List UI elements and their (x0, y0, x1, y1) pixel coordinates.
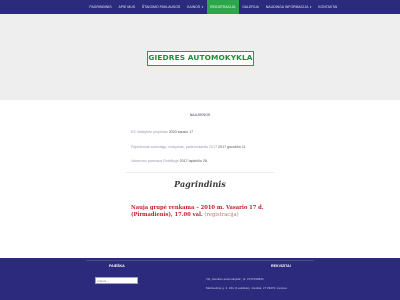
contacts-line: VšĮ „Giedrės automokykla", įk. 374703984… (206, 277, 264, 281)
news-item-date: 2020 sausio 17 (168, 130, 194, 134)
nav-item-label: GALERIJA (242, 5, 259, 9)
nav-item[interactable]: PAGRINDINIS (86, 0, 115, 14)
footer (0, 258, 400, 300)
nav-item[interactable]: KONTAKTAI (315, 0, 341, 14)
nav-menu: PAGRINDINIS APIE MUS ŠTAIGIMO PAKLAUSOS KAI… (86, 0, 341, 14)
section-divider (126, 172, 274, 173)
nav-item[interactable]: REGISTRACIJA (206, 0, 239, 14)
registration-link[interactable]: registracija (206, 212, 236, 218)
nav-item[interactable]: NAUDINGA INFORMACIJA ▾ (262, 0, 314, 14)
nav-item-label: KAINOS (187, 5, 201, 9)
chevron-down-icon: ▾ (309, 5, 312, 9)
announcement-text: Nauja grupė renkama – 2010 m. Vasario 17… (131, 205, 264, 219)
news-item-title[interactable]: Papildomas autovalgų, mokymas, pademokan… (131, 145, 217, 149)
site-logo[interactable]: GIEDRES AUTOMOKYKLA (147, 51, 254, 66)
nav-item[interactable]: GALERIJA (239, 0, 263, 14)
search-title: PAIEŠKA (109, 264, 125, 268)
news-item-date: 2017 gruodžio 11 (218, 145, 246, 149)
nav-item-label: KONTAKTAI (318, 5, 338, 9)
nav-item-label: APIE MUS (118, 5, 136, 9)
nav-item-label: PAGRINDINIS (89, 5, 112, 9)
announcement-paren-close: ) (236, 212, 239, 219)
contacts-line: Maršuolinių g. 3, 341 (3 aukštas), Jonik… (206, 286, 287, 290)
announcement: Nauja grupė renkama – 2010 m. Vasario 17… (131, 205, 271, 220)
nav-item-label: NAUDINGA INFORMACIJA (265, 5, 309, 9)
search-input[interactable]: Ieškoti ... (95, 277, 138, 284)
contacts-title: REKVIZITAI (271, 264, 291, 268)
chevron-down-icon: ▾ (201, 5, 204, 9)
news-item-title[interactable]: ES Valstybės projektas (131, 130, 168, 134)
news-item[interactable]: Papildomas autovalgų, mokymas, pademokan… (131, 145, 246, 149)
news-item[interactable]: ES Valstybės projektas 2020 sausio 17 (131, 130, 193, 134)
news-item-date: 2017 lapkričio 28 (179, 159, 207, 163)
nav-item[interactable]: ŠTAIGIMO PAKLAUSOS (139, 0, 184, 14)
news-item[interactable]: Vairavimo pamokos Rokiškyje 2017 lapkrič… (131, 159, 207, 163)
top-navigation: PAGRINDINIS APIE MUS ŠTAIGIMO PAKLAUSOS KAI… (0, 0, 400, 14)
nav-item[interactable]: APIE MUS (115, 0, 138, 14)
nav-item-label: REGISTRACIJA (210, 5, 236, 9)
news-title: NAUJIENOS (189, 113, 211, 117)
nav-item[interactable]: KAINOS ▾ (184, 0, 207, 14)
nav-item-label: ŠTAIGIMO PAKLAUSOS (141, 5, 181, 9)
footer-divider (86, 260, 314, 261)
page-title: Pagrindinis (174, 179, 226, 189)
news-item-title[interactable]: Vairavimo pamokos Rokiškyje (131, 159, 179, 163)
